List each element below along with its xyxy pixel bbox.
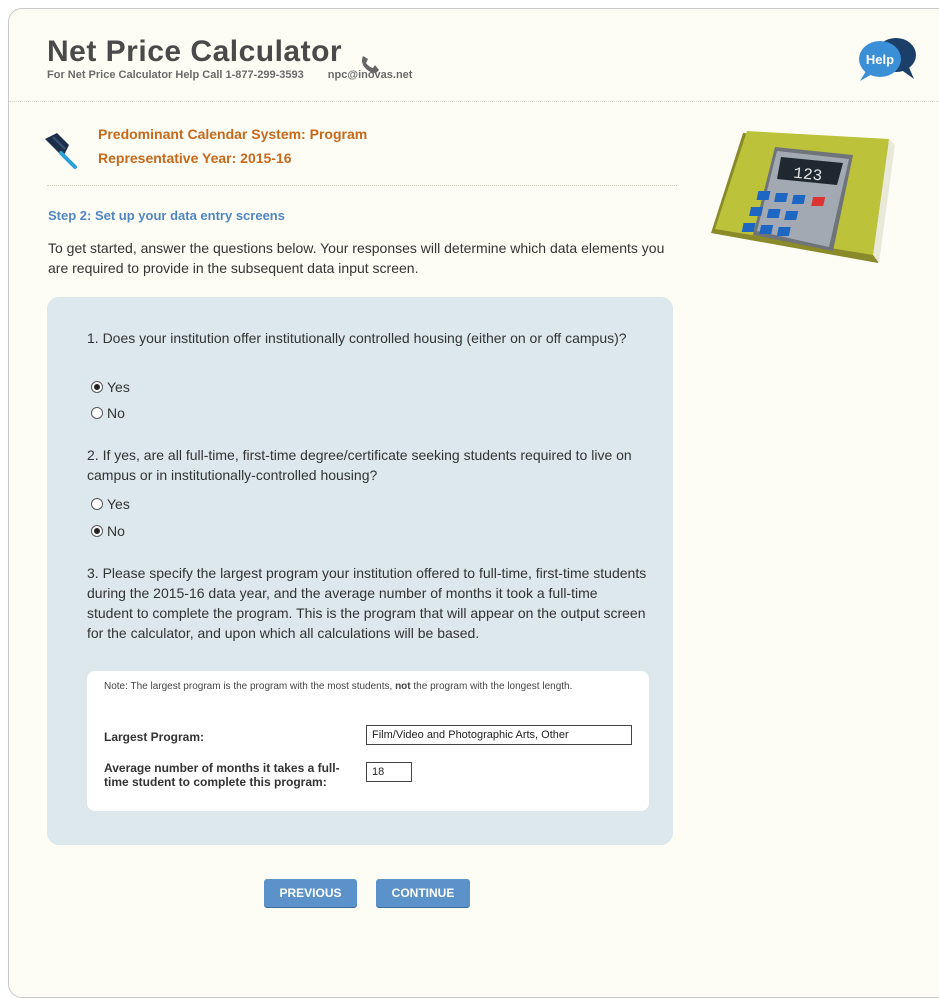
largest-program-label: Largest Program: [104,730,205,744]
phone-icon [362,56,379,73]
previous-button[interactable]: PREVIOUS [264,879,357,907]
page-title: Net Price Calculator [47,35,343,68]
q2-option-no[interactable]: No [91,523,125,539]
program-note: Note: The largest program is the program… [104,681,573,692]
page-header: Net Price Calculator For Net Price Calcu… [9,9,939,102]
q2-option-yes[interactable]: Yes [91,496,130,512]
svg-text:123: 123 [793,165,824,186]
months-label: Average number of months it takes a full… [104,761,340,789]
help-label: Help [866,52,894,67]
step-intro: To get started, answer the questions bel… [48,240,665,276]
question-2: 2. If yes, are all full-time, first-time… [87,447,632,483]
calculator-icon: 123 [711,131,895,263]
pushpin-icon [45,133,77,169]
questions-panel: 1. Does your institution offer instituti… [47,297,673,845]
q1-option-no[interactable]: No [91,405,125,421]
help-icon[interactable]: Help [856,35,918,85]
question-1: 1. Does your institution offer instituti… [87,330,627,346]
help-phone-text: For Net Price Calculator Help Call 1-877… [47,69,304,81]
q2-no-radio[interactable] [91,525,103,537]
largest-program-input[interactable] [366,725,632,745]
q1-no-label: No [107,405,125,421]
q1-yes-radio[interactable] [91,381,103,393]
question-3: 3. Please specify the largest program yo… [87,565,647,641]
q1-option-yes[interactable]: Yes [91,379,130,395]
continue-button[interactable]: CONTINUE [376,879,470,907]
q1-no-radio[interactable] [91,407,103,419]
months-input[interactable] [366,762,412,782]
app-frame: Net Price Calculator For Net Price Calcu… [8,8,939,998]
q2-yes-radio[interactable] [91,498,103,510]
q2-no-label: No [107,523,125,539]
step-title: Step 2: Set up your data entry screens [48,208,285,223]
section-divider [47,185,677,186]
q1-yes-label: Yes [107,379,130,395]
representative-year-label: Representative Year: 2015-16 [98,150,292,166]
q2-yes-label: Yes [107,496,130,512]
program-box: Note: The largest program is the program… [87,671,649,811]
calendar-system-label: Predominant Calendar System: Program [98,126,368,142]
help-line: For Net Price Calculator Help Call 1-877… [47,69,412,81]
